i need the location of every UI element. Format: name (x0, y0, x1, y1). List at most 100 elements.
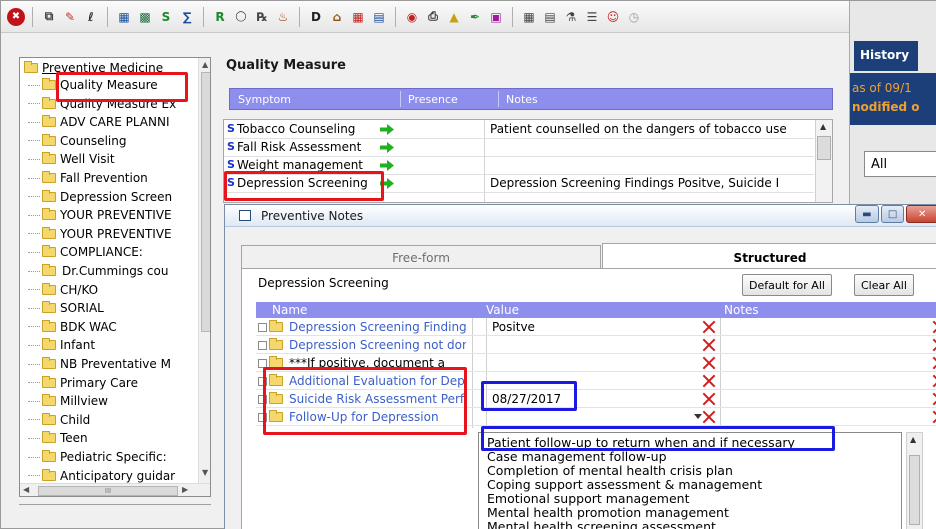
s-icon[interactable]: S (157, 8, 175, 26)
r-icon[interactable]: R (211, 8, 229, 26)
tree-item[interactable]: Teen (28, 430, 88, 446)
structured-row[interactable]: Additional Evaluation for Depression (256, 373, 936, 390)
qm-scroll-thumb[interactable] (817, 136, 831, 160)
scroll-up-icon[interactable]: ▲ (202, 60, 208, 69)
building-icon[interactable]: ⌂ (328, 8, 346, 26)
tree-item[interactable]: Quality Measure (28, 77, 158, 93)
maximize-icon[interactable]: □ (880, 205, 905, 223)
dropdown-scrollbar[interactable]: ▲ (906, 432, 923, 529)
tree-vertical-scrollbar[interactable]: ▲ ▼ (198, 58, 210, 483)
clear-value-icon[interactable] (702, 319, 716, 335)
tree-item[interactable]: SORIAL (28, 300, 104, 316)
structured-row[interactable]: Depression Screening not done (256, 337, 936, 354)
value-cell[interactable]: Positve (492, 320, 692, 334)
tab-structured[interactable]: Structured (602, 243, 936, 269)
dropdown-option[interactable]: Completion of mental health crisis plan (487, 463, 733, 478)
rx-icon[interactable]: ℞ (253, 8, 271, 26)
dropdown-option[interactable]: Patient follow-up to return when and if … (487, 435, 795, 450)
tree-item[interactable]: YOUR PREVENTIVE (28, 207, 172, 223)
green-arrow-icon[interactable] (380, 124, 394, 135)
quality-measure-row[interactable]: S Weight management (224, 157, 814, 175)
form-icon[interactable]: ▦ (115, 8, 133, 26)
notes-column-header[interactable]: Notes (724, 303, 759, 317)
clear-value-icon[interactable] (702, 373, 716, 389)
quality-measure-scrollbar[interactable]: ▲ (815, 120, 832, 202)
dropdown-option[interactable]: Case management follow-up (487, 449, 667, 464)
name-column-header[interactable]: Name (272, 303, 307, 317)
dropdown-option[interactable]: Coping support assessment & management (487, 477, 762, 492)
name-cell[interactable]: Suicide Risk Assessment Performed (289, 392, 466, 406)
close-icon[interactable]: ✕ (906, 205, 936, 223)
scroll-up-icon[interactable]: ▲ (910, 435, 916, 444)
clear-value-icon[interactable] (702, 409, 716, 425)
tree-item[interactable]: CH/KO (28, 282, 98, 298)
default-for-all-button[interactable]: Default for All (742, 274, 832, 296)
tree-item[interactable]: Millview (28, 393, 108, 409)
row-checkbox[interactable] (258, 323, 267, 332)
value-column-header[interactable]: Value (486, 303, 519, 317)
calculator-icon[interactable]: ▩ (136, 8, 154, 26)
time-icon[interactable]: ◷ (625, 8, 643, 26)
pen-icon[interactable]: ✒ (466, 8, 484, 26)
quality-measure-row[interactable]: S Depression Screening Depression Screenin… (224, 175, 814, 193)
tree-item[interactable]: Counseling (28, 133, 126, 149)
presence-column-header[interactable]: Presence (408, 93, 458, 106)
green-arrow-icon[interactable] (380, 178, 394, 189)
scroll-right-icon[interactable]: ▶ (182, 485, 188, 494)
clear-value-icon[interactable] (702, 355, 716, 371)
copy-icon[interactable]: ⧉ (40, 8, 58, 26)
tree-item[interactable]: Pediatric Specific: (28, 449, 167, 465)
bell-icon[interactable]: ▲ (445, 8, 463, 26)
notes-column-header[interactable]: Notes (506, 93, 538, 106)
green-arrow-icon[interactable] (380, 142, 394, 153)
clear-all-button[interactable]: Clear All (854, 274, 914, 296)
scroll-up-icon[interactable]: ▲ (820, 122, 826, 131)
flask-icon[interactable]: ⚗ (562, 8, 580, 26)
tree-item[interactable]: Anticipatory guidar (28, 468, 175, 484)
dropdown-arrow-icon[interactable] (694, 414, 702, 419)
tree-item[interactable]: Infant (28, 337, 95, 353)
eyeglasses-icon[interactable]: ◯ (232, 8, 250, 26)
green-arrow-icon[interactable] (380, 160, 394, 171)
tree-scroll-thumb[interactable] (201, 72, 210, 332)
clear-notes-icon[interactable] (932, 337, 936, 353)
name-cell[interactable]: ***If positive, document a (289, 356, 466, 370)
clear-notes-icon[interactable] (932, 391, 936, 407)
tree-horizontal-scrollbar[interactable]: ◀ III ▶ (20, 483, 210, 496)
paste-icon[interactable]: ♨ (274, 8, 292, 26)
clear-notes-icon[interactable] (932, 319, 936, 335)
signature-icon[interactable]: ℓ (82, 8, 100, 26)
tree-item[interactable]: Dr.Cummings cou (28, 263, 168, 279)
structured-row[interactable]: Follow-Up for Depression (256, 409, 936, 426)
quality-measure-row[interactable]: S Fall Risk Assessment (224, 139, 814, 157)
clear-notes-icon[interactable] (932, 373, 936, 389)
history-tab[interactable]: History (854, 41, 918, 71)
tree-root[interactable]: Preventive Medicine (24, 60, 163, 76)
name-cell[interactable]: Depression Screening Findings (289, 320, 466, 334)
follow-up-dropdown-list[interactable]: Patient follow-up to return when and if … (478, 432, 902, 529)
tree-item[interactable]: ADV CARE PLANNI (28, 114, 169, 130)
table-icon[interactable]: ▦ (349, 8, 367, 26)
tree-item[interactable]: Depression Screen (28, 189, 172, 205)
symptom-column-header[interactable]: Symptom (238, 93, 291, 106)
name-cell[interactable]: Additional Evaluation for Depression (289, 374, 466, 388)
clear-value-icon[interactable] (702, 391, 716, 407)
brush-icon[interactable]: ✎ (61, 8, 79, 26)
tree-item[interactable]: Child (28, 412, 90, 428)
row-checkbox[interactable] (258, 377, 267, 386)
row-checkbox[interactable] (258, 341, 267, 350)
tab-free-form[interactable]: Free-form (241, 245, 601, 269)
dialog-titlebar[interactable]: Preventive Notes ▬ □ ✕ (225, 205, 936, 227)
clear-notes-icon[interactable] (932, 409, 936, 425)
chart-icon[interactable]: ▤ (370, 8, 388, 26)
tree-item[interactable]: Primary Care (28, 375, 138, 391)
filter-select[interactable]: All (864, 151, 936, 177)
doctor-icon[interactable]: ☺ (604, 8, 622, 26)
tree-hscroll-thumb[interactable]: III (38, 486, 178, 496)
tree-item[interactable]: Fall Prevention (28, 170, 148, 186)
clear-notes-icon[interactable] (932, 355, 936, 371)
minimize-icon[interactable]: ▬ (855, 205, 879, 223)
row-checkbox[interactable] (258, 413, 267, 422)
tree-item[interactable]: BDK WAC (28, 319, 117, 335)
tree-item[interactable]: NB Preventative M (28, 356, 171, 372)
